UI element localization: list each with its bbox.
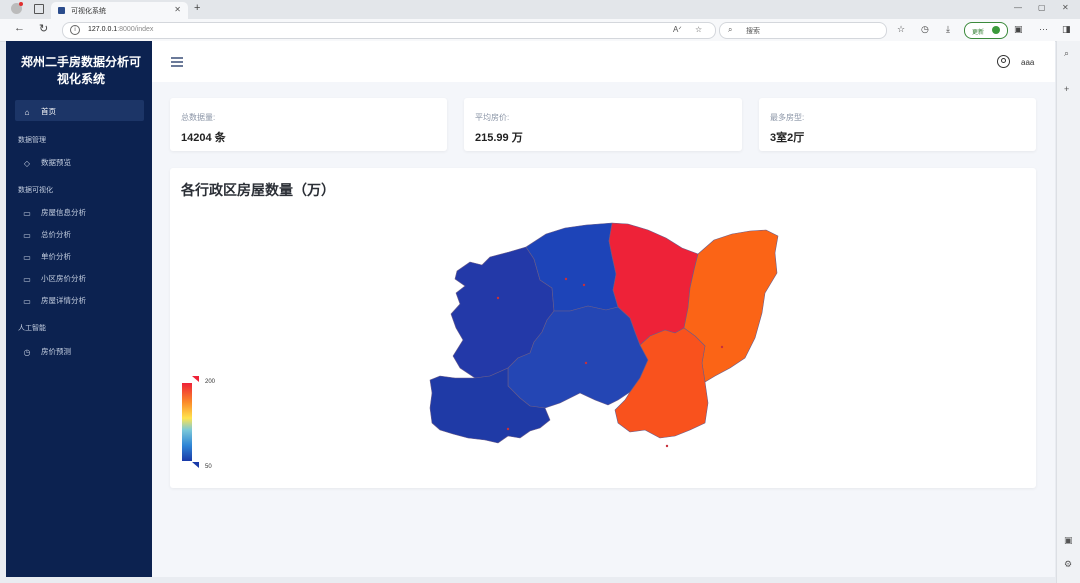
menu-item-data-preview-label: 数据预览 <box>41 158 71 167</box>
stat-card-avg-price: 平均房价: 215.99 万 <box>464 98 742 151</box>
map-marker <box>564 277 568 281</box>
menu-item-unit-price[interactable]: ▭ 单价分析 <box>23 251 71 262</box>
home-icon: ⌂ <box>24 108 30 117</box>
download-icon[interactable]: ⤓ <box>946 24 950 35</box>
new-tab-button[interactable]: + <box>194 2 200 14</box>
monitor-icon: ▭ <box>23 253 31 262</box>
menu-item-house-info-label: 房屋信息分析 <box>41 208 86 217</box>
app-sidebar: 郑州二手房数据分析可 视化系统 ⌂ 首页 数据管理 ◇ 数据预览 数据可视化 ▭ 房屋… <box>6 41 152 577</box>
stat-top-layout-value: 3室2厅 <box>770 132 805 144</box>
update-label: 更新 <box>972 30 985 36</box>
minimize-icon[interactable]: — <box>1014 3 1022 12</box>
map-marker <box>506 427 510 431</box>
more-menu-icon[interactable]: ··· <box>1039 24 1048 34</box>
monitor-icon: ▭ <box>23 297 31 306</box>
update-status-icon <box>992 26 1000 34</box>
username[interactable]: aaa <box>1021 58 1034 67</box>
menu-item-home[interactable]: ⌂ 首页 <box>23 106 56 117</box>
map-marker <box>665 444 669 448</box>
search-placeholder: 搜索 <box>746 28 760 35</box>
monitor-icon: ▭ <box>23 209 31 218</box>
sidebar-tools-icon[interactable]: ▣ <box>1064 535 1073 546</box>
menu-item-price-predict[interactable]: ◷ 房价预测 <box>23 346 72 357</box>
menu-item-home-label: 首页 <box>41 107 56 116</box>
menu-item-house-detail-label: 房屋详情分析 <box>41 296 86 305</box>
maximize-icon[interactable]: ▢ <box>1038 3 1046 12</box>
url-text: 127.0.0.1:8000/index <box>88 26 153 33</box>
menu-item-data-preview[interactable]: ◇ 数据预览 <box>23 157 71 168</box>
favorite-star-icon[interactable]: ☆ <box>695 25 702 34</box>
app-title-line1: 郑州二手房数据分析可 <box>20 55 141 69</box>
menu-item-total-price-label: 总价分析 <box>41 230 71 239</box>
stat-total-label: 总数据量: <box>181 113 216 122</box>
menu-toggle-icon[interactable] <box>171 57 183 67</box>
map-marker <box>720 345 724 349</box>
stat-top-layout-label: 最多房型: <box>770 113 805 122</box>
url-host: 127.0.0.1 <box>88 26 118 33</box>
menu-item-community-price[interactable]: ▭ 小区房价分析 <box>23 273 86 284</box>
map-marker <box>582 283 586 287</box>
history-icon[interactable]: ◷ <box>921 24 929 35</box>
window-close-icon[interactable]: ✕ <box>1062 3 1069 12</box>
site-info-icon[interactable]: i <box>70 25 80 35</box>
tab-title: 可视化系统 <box>71 8 106 15</box>
menu-item-house-info[interactable]: ▭ 房屋信息分析 <box>23 207 86 218</box>
clock-icon: ◷ <box>23 348 31 357</box>
stat-avg-price-label: 平均房价: <box>475 113 510 122</box>
update-button[interactable]: 更新 <box>964 22 1008 39</box>
tab-actions-icon[interactable] <box>34 4 44 14</box>
address-bar[interactable]: i 127.0.0.1:8000/index Aᐟ ☆ <box>62 22 716 39</box>
app-title: 郑州二手房数据分析可 视化系统 <box>16 54 146 88</box>
monitor-icon: ▭ <box>23 231 31 240</box>
browser-tab[interactable]: 可视化系统 ✕ <box>51 2 188 19</box>
stat-avg-price-value: 215.99 万 <box>475 132 523 144</box>
search-icon: ⌕ <box>728 25 733 34</box>
browser-right-sidebar: ⌕ + ▣ ⚙ <box>1056 41 1080 583</box>
sidebar-search-icon[interactable]: ⌕ <box>1064 48 1069 59</box>
tag-icon: ◇ <box>23 159 31 168</box>
menu-item-community-price-label: 小区房价分析 <box>41 274 86 283</box>
read-aloud-icon[interactable]: Aᐟ <box>673 25 682 34</box>
menu-group-data: 数据管理 <box>18 137 46 144</box>
app-title-line2: 视化系统 <box>56 72 105 86</box>
user-avatar-icon[interactable] <box>997 55 1010 68</box>
tab-close-icon[interactable]: ✕ <box>174 5 181 14</box>
district-map[interactable] <box>170 168 1036 488</box>
map-marker <box>584 361 588 365</box>
stat-card-total: 总数据量: 14204 条 <box>170 98 447 151</box>
main-content: aaa 总数据量: 14204 条 平均房价: 215.99 万 最多房型: 3… <box>152 41 1055 577</box>
menu-group-ai: 人工智能 <box>18 325 46 332</box>
notification-dot-icon <box>19 2 23 6</box>
app-header: aaa <box>152 41 1055 82</box>
map-chart-card: 各行政区房屋数量（万） 200 50 <box>170 168 1036 488</box>
stat-card-top-layout: 最多房型: 3室2厅 <box>759 98 1036 151</box>
menu-item-house-detail[interactable]: ▭ 房屋详情分析 <box>23 295 86 306</box>
stat-total-value: 14204 条 <box>181 132 226 144</box>
favorites-icon[interactable]: ☆ <box>897 24 905 35</box>
menu-item-price-predict-label: 房价预测 <box>41 347 71 356</box>
menu-group-visualization: 数据可视化 <box>18 187 53 194</box>
reload-icon[interactable]: ↻ <box>39 22 48 35</box>
menu-item-unit-price-label: 单价分析 <box>41 252 71 261</box>
search-box[interactable]: ⌕ 搜索 <box>719 22 887 39</box>
sidebar-settings-icon[interactable]: ⚙ <box>1064 559 1072 570</box>
sidebar-toggle-icon[interactable]: ◨ <box>1062 24 1071 35</box>
map-marker <box>496 296 500 300</box>
back-icon[interactable]: ← <box>14 22 25 34</box>
screenshot-icon[interactable]: ▣ <box>1014 24 1023 35</box>
favicon-icon <box>58 7 65 14</box>
menu-item-total-price[interactable]: ▭ 总价分析 <box>23 229 71 240</box>
monitor-icon: ▭ <box>23 275 31 284</box>
url-path: :8000/index <box>117 26 154 33</box>
sidebar-add-icon[interactable]: + <box>1064 84 1069 94</box>
